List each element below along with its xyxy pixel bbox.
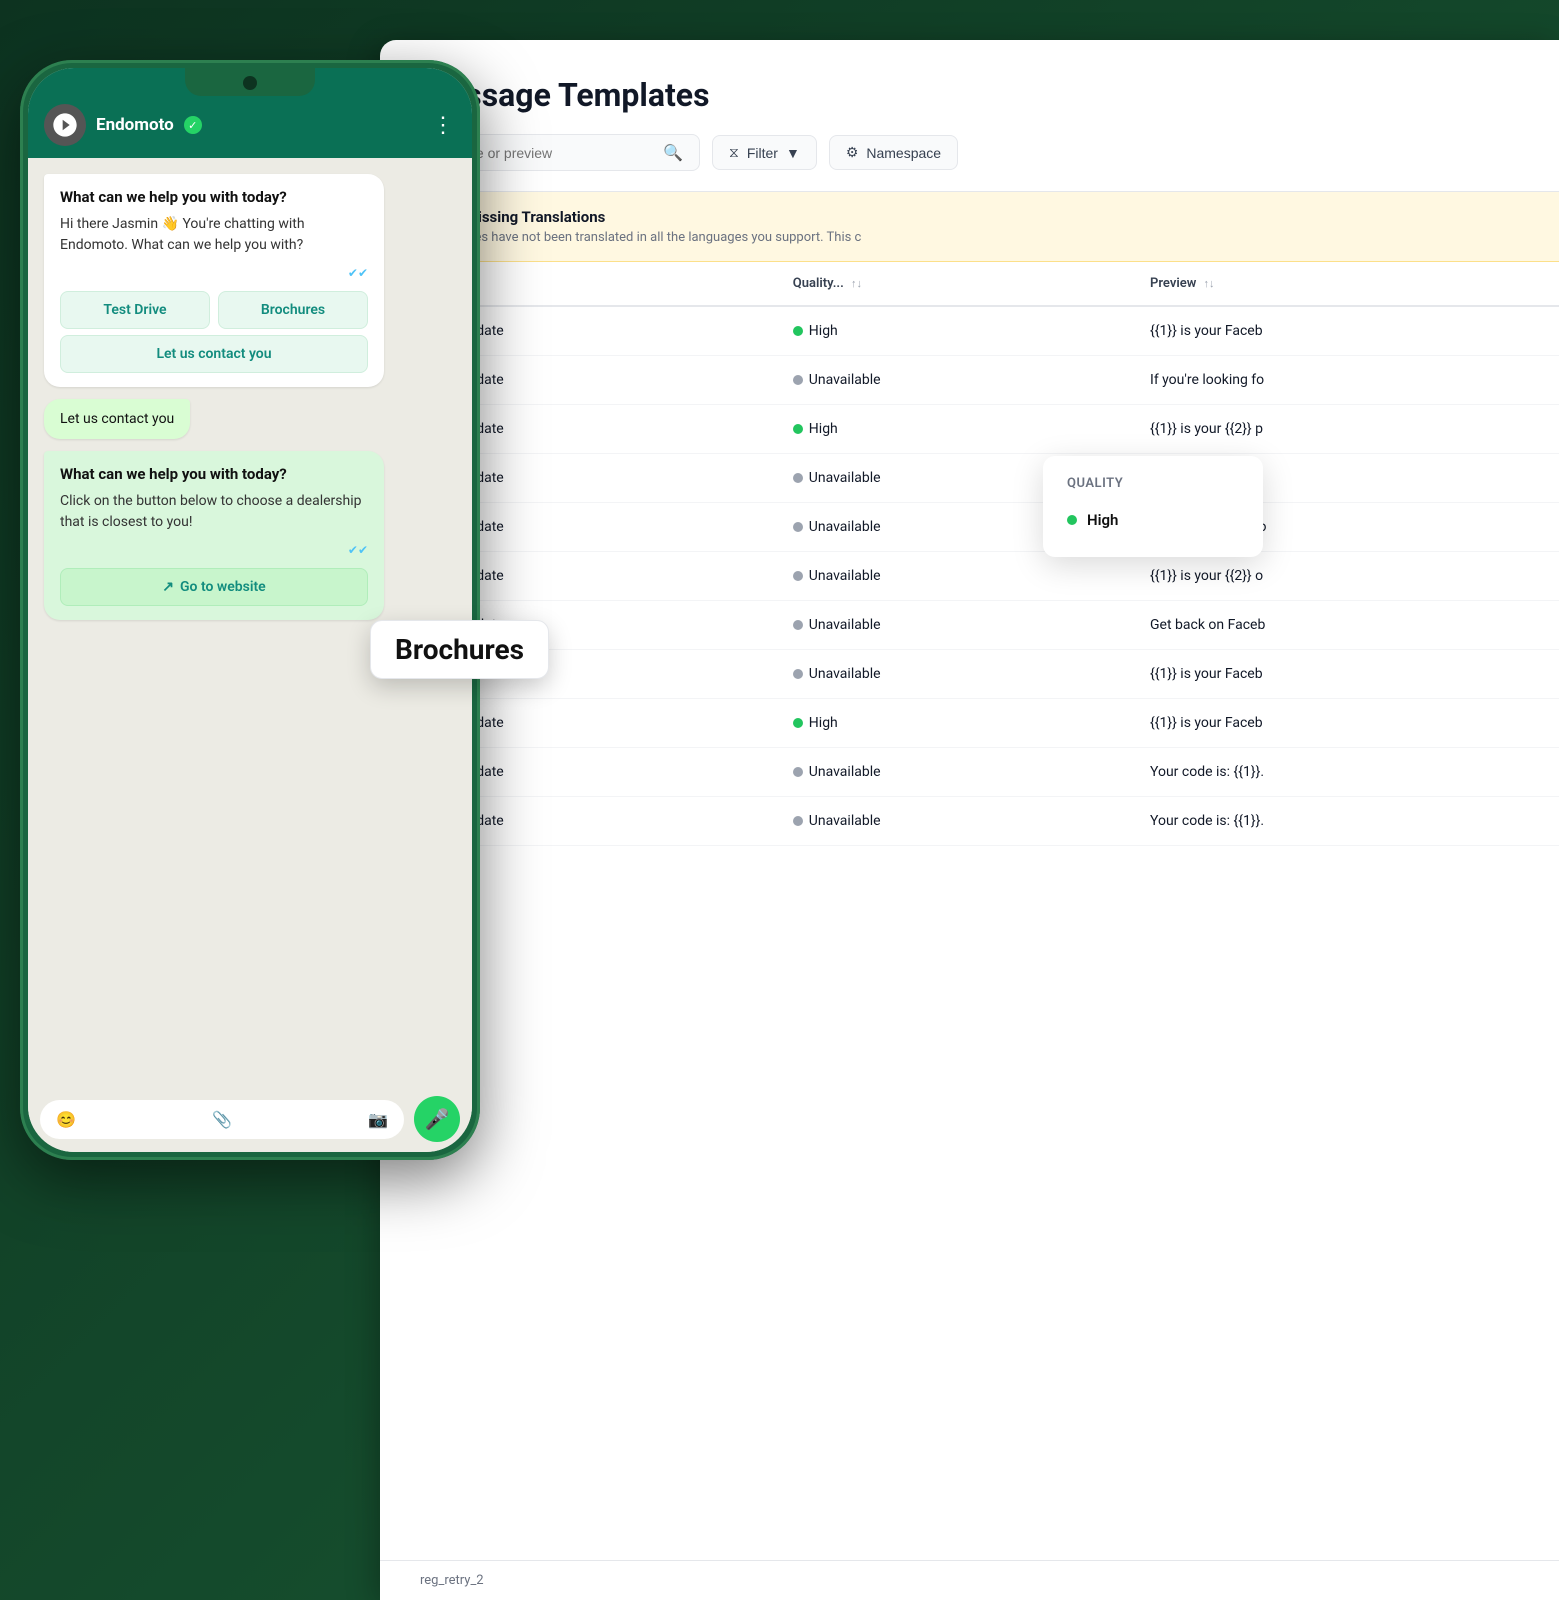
read-receipt-icon-2: ✔✔	[348, 543, 368, 557]
search-icon: 🔍	[663, 143, 683, 162]
gear-icon: ⚙	[846, 144, 859, 161]
templates-panel: Message Templates 🔍 ⧖ Filter ▼ ⚙ Namespa…	[380, 40, 1559, 1600]
table-row[interactable]: Account UpdateUnavailable{{1}} is your {…	[380, 454, 1559, 503]
bot-bubble-text-1: Hi there Jasmin 👋 You're chatting with E…	[60, 214, 368, 256]
table-row[interactable]: Account UpdateHigh{{1}} is your Faceb	[380, 699, 1559, 748]
bot-message-2: What can we help you with today? Click o…	[44, 451, 384, 620]
emoji-icon[interactable]: 😊	[56, 1110, 76, 1129]
quality-option-high[interactable]: High	[1067, 503, 1239, 537]
namespace-button[interactable]: ⚙ Namespace	[829, 135, 958, 170]
brochures-tooltip: Brochures	[370, 620, 549, 679]
table-row[interactable]: Account UpdateUnavailableYour code is: {…	[380, 797, 1559, 846]
chat-area: What can we help you with today? Hi ther…	[28, 158, 472, 1062]
user-message: Let us contact you	[44, 399, 190, 439]
cell-preview: {{1}} is your {{2}} p	[1126, 405, 1559, 454]
cell-preview: {{1}} is your {{2}} o	[1126, 552, 1559, 601]
sort-icon-quality: ↑↓	[851, 277, 862, 290]
bot-bubble-title-1: What can we help you with today?	[60, 188, 368, 206]
quality-dot-high	[1067, 515, 1077, 525]
test-drive-button[interactable]: Test Drive	[60, 291, 210, 329]
avatar	[44, 104, 86, 146]
cell-quality: Unavailable	[769, 552, 1126, 601]
contact-details: Endomoto ✓	[96, 115, 202, 135]
col-header-quality[interactable]: Quality... ↑↓	[769, 262, 1126, 306]
table-row[interactable]: Account UpdateUnavailable{{1}} is your F…	[380, 650, 1559, 699]
cell-quality: Unavailable	[769, 650, 1126, 699]
table-footer: reg_retry_2	[380, 1560, 1559, 1600]
templates-table: Category ↑↓ Quality... ↑↓ Preview ↑↓ Acc…	[380, 262, 1559, 846]
cell-preview: If you're looking fo	[1126, 356, 1559, 405]
more-options-icon[interactable]: ⋮	[432, 113, 456, 138]
cell-quality: Unavailable	[769, 748, 1126, 797]
table-row[interactable]: Account UpdateUnavailableIf you're looki…	[380, 356, 1559, 405]
cell-quality: Unavailable	[769, 601, 1126, 650]
bot-message-1: What can we help you with today? Hi ther…	[44, 174, 384, 387]
contact-name: Endomoto	[96, 115, 174, 135]
external-link-icon: ↗	[162, 579, 174, 595]
attachment-icon[interactable]: 📎	[212, 1110, 232, 1129]
table-row[interactable]: Account UpdateUnavailableGet back on Fac…	[380, 601, 1559, 650]
table-row[interactable]: Account UpdateHigh{{1}} is your {{2}} p	[380, 405, 1559, 454]
input-bar: 😊 📎 📷 🎤	[28, 1086, 472, 1152]
quick-reply-buttons: Test Drive Brochures	[60, 291, 368, 329]
bot-bubble-text-2: Click on the button below to choose a de…	[60, 491, 368, 533]
filter-icon: ⧖	[729, 144, 739, 161]
toolbar: 🔍 ⧖ Filter ▼ ⚙ Namespace	[420, 134, 1519, 171]
cell-preview: Your code is: {{1}}.	[1126, 748, 1559, 797]
cell-preview: {{1}} is your Faceb	[1126, 650, 1559, 699]
missing-translations-title: es are Missing Translations	[420, 208, 1519, 226]
camera-icon[interactable]: 📷	[368, 1110, 388, 1129]
contact-info: Endomoto ✓	[44, 104, 202, 146]
verified-badge: ✓	[184, 116, 202, 134]
missing-translations-desc: e templates have not been translated in …	[420, 230, 1519, 245]
cell-quality: High	[769, 699, 1126, 748]
cell-preview: Get back on Faceb	[1126, 601, 1559, 650]
phone-mockup: Endomoto ✓ ⋮ What can we help you with t…	[20, 60, 480, 1160]
col-header-preview[interactable]: Preview ↑↓	[1126, 262, 1559, 306]
table-row[interactable]: Account UpdateUnavailable{{1}} is your {…	[380, 552, 1559, 601]
sort-icon-preview: ↑↓	[1204, 277, 1215, 290]
cell-quality: Unavailable	[769, 356, 1126, 405]
chevron-down-icon: ▼	[786, 145, 800, 161]
templates-header: Message Templates 🔍 ⧖ Filter ▼ ⚙ Namespa…	[380, 40, 1559, 192]
table-row[interactable]: Account UpdateUnavailable{{1}} is your {…	[380, 503, 1559, 552]
table-row[interactable]: Account UpdateUnavailableYour code is: {…	[380, 748, 1559, 797]
page-title: Message Templates	[420, 76, 1519, 114]
phone-notch	[185, 68, 315, 96]
filter-button[interactable]: ⧖ Filter ▼	[712, 135, 817, 170]
message-input-field[interactable]: 😊 📎 📷	[40, 1100, 404, 1139]
cell-quality: High	[769, 306, 1126, 356]
quality-label-high: High	[1087, 511, 1118, 529]
cell-quality: High	[769, 405, 1126, 454]
phone-inner: Endomoto ✓ ⋮ What can we help you with t…	[28, 68, 472, 1152]
cell-preview: Your code is: {{1}}.	[1126, 797, 1559, 846]
missing-translations-banner: es are Missing Translations e templates …	[380, 192, 1559, 262]
phone-camera	[243, 76, 257, 90]
bottom-label: reg_retry_2	[725, 1562, 834, 1590]
quality-popup: Quality High	[1043, 456, 1263, 557]
mic-button[interactable]: 🎤	[414, 1096, 460, 1142]
cell-preview: {{1}} is your Faceb	[1126, 699, 1559, 748]
bot-bubble-title-2: What can we help you with today?	[60, 465, 368, 483]
table-row[interactable]: Account UpdateHigh{{1}} is your Faceb	[380, 306, 1559, 356]
contact-button[interactable]: Let us contact you	[60, 335, 368, 373]
quality-popup-title: Quality	[1067, 476, 1239, 491]
go-to-website-button[interactable]: ↗ Go to website	[60, 568, 368, 606]
cell-quality: Unavailable	[769, 797, 1126, 846]
read-receipt-icon: ✔✔	[348, 266, 368, 280]
cell-preview: {{1}} is your Faceb	[1126, 306, 1559, 356]
brochures-button[interactable]: Brochures	[218, 291, 368, 329]
table-container: Category ↑↓ Quality... ↑↓ Preview ↑↓ Acc…	[380, 262, 1559, 846]
